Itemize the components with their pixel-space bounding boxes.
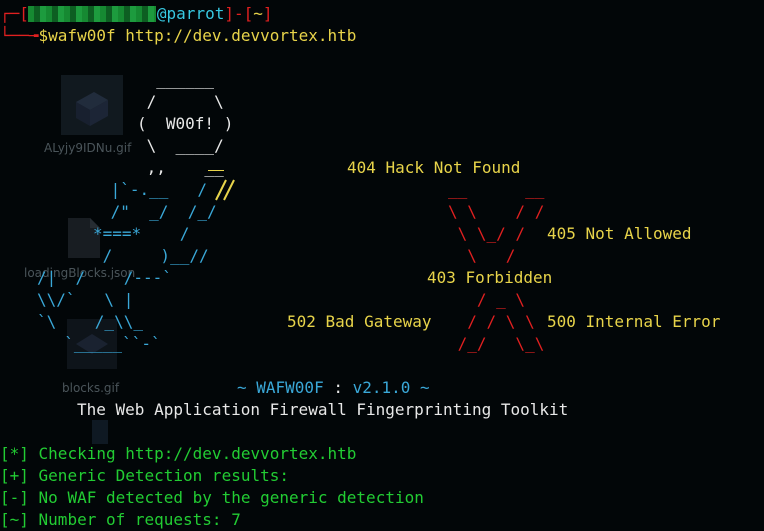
banner-tilde: ~ — [410, 378, 430, 397]
banner-tagline: The Web Application Firewall Fingerprint… — [77, 400, 569, 419]
dog-line: `_____``-` — [45, 334, 161, 353]
prompt-corner: └──╼ — [0, 26, 39, 45]
x-art-line: \ \_/ / — [448, 224, 526, 243]
prompt-separator: ]-[ — [224, 4, 254, 23]
prompt-bracket-close: ] — [262, 4, 273, 23]
dog-accent-strokes — [208, 170, 235, 201]
command-text: $wafw00f http://dev.devvortex.htb — [38, 26, 357, 45]
prompt-bracket: [ — [19, 4, 29, 23]
banner-title: ~ WAFW00F : v2.1.0 ~ — [237, 377, 430, 399]
output-line: [~] Number of requests: 7 — [0, 509, 241, 531]
banner-version: v2.1.0 — [352, 378, 411, 397]
output-tag: [~] — [0, 510, 29, 529]
output-text: Number of requests: 7 — [28, 510, 241, 529]
dog-line: `\ /_\\_ — [37, 312, 143, 331]
desktop-icon-label[interactable]: blocks.gif — [62, 381, 119, 395]
prompt-line: ┌─[@parrot]-[~] — [0, 4, 273, 23]
output-text: Generic Detection results: — [28, 466, 289, 485]
x-art-line: \ / — [448, 246, 516, 265]
banner-tilde: ~ — [237, 378, 257, 397]
output-text: No WAF detected by the generic detection — [28, 488, 424, 507]
x-art-line: \ \ / / — [448, 202, 545, 221]
output-text: Checking http://dev.devvortex.htb — [28, 444, 357, 463]
output-line: [*] Checking http://dev.devvortex.htb — [0, 443, 356, 465]
banner-name: WAFW00F — [256, 378, 324, 397]
output-tag: [-] — [0, 488, 29, 507]
output-line: [-] No WAF detected by the generic detec… — [0, 487, 424, 509]
x-art-line: __ __ — [448, 180, 545, 199]
x-art-line: /_/ \_\ — [448, 334, 545, 353]
dog-line: *===* / — [93, 224, 190, 243]
label-403: 403 Forbidden — [427, 268, 553, 287]
x-art-line: / / \ \ — [448, 312, 535, 331]
label-405: 405 Not Allowed — [547, 224, 692, 243]
dog-line: /| / /---` — [37, 268, 172, 287]
dog-line: \\/` \ | — [37, 290, 134, 309]
banner-colon: : — [323, 378, 353, 397]
x-art-line: / _ \ — [448, 290, 526, 309]
output-tag: [*] — [0, 444, 29, 463]
gif-file-icon[interactable] — [60, 74, 124, 140]
woof-bubble: ______ / \ ( W00f! ) \ ____/ ,, __ — [137, 70, 234, 177]
output-tag: [+] — [0, 466, 29, 485]
output-line: [+] Generic Detection results: — [0, 465, 289, 487]
prompt-dir: ~ — [253, 4, 263, 23]
label-404: 404 Hack Not Found — [347, 158, 521, 177]
dog-line: / )__// — [93, 246, 209, 265]
prompt-host: @parrot — [156, 4, 225, 23]
label-500: 500 Internal Error — [547, 312, 721, 331]
command-line: └──╼$wafw00f http://dev.devvortex.htb — [0, 25, 356, 47]
desktop-icon-label[interactable]: ALyjy9IDNu.gif — [44, 141, 131, 155]
label-502: 502 Bad Gateway — [287, 312, 432, 331]
